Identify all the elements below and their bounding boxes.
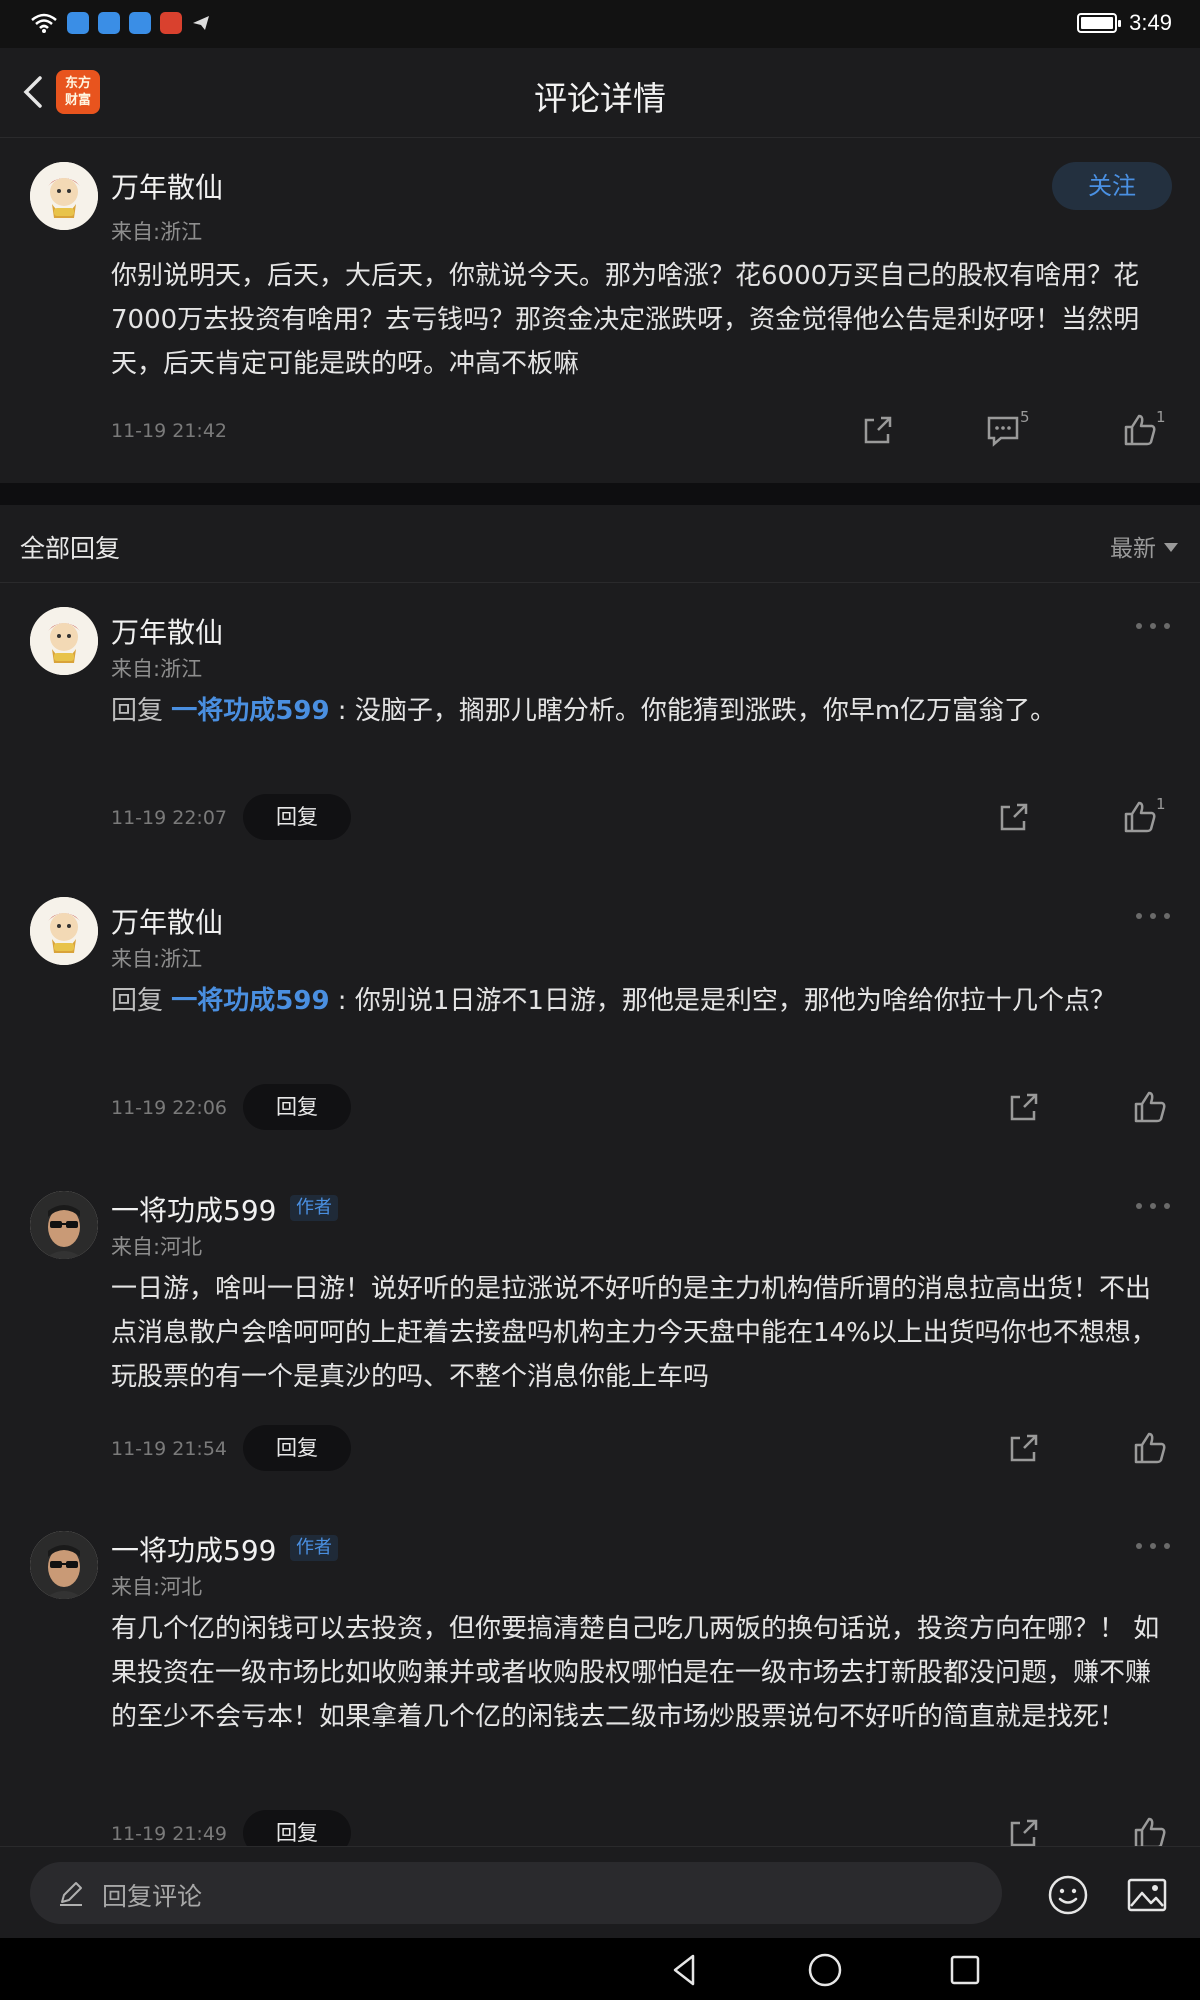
section-divider — [0, 483, 1200, 505]
avatar[interactable] — [30, 607, 98, 675]
follow-button[interactable]: 关注 — [1052, 162, 1172, 210]
reply-content: 一日游，啥叫一日游！说好听的是拉涨说不好听的是主力机构借所谓的消息拉高出货！不出… — [111, 1274, 1157, 1392]
reply-text: : 没脑子，搁那儿瞎分析。你能猜到涨跌，你早m亿万富翁了。 — [329, 696, 1057, 726]
more-dots-icon[interactable] — [1136, 1541, 1170, 1551]
mention-link[interactable]: 一将功成599 — [171, 986, 329, 1016]
reply-comment-input[interactable]: 回复评论 — [30, 1862, 1002, 1924]
top-app-bar: 东方财富 评论详情 — [0, 48, 1200, 138]
battery-icon — [1077, 13, 1122, 33]
avatar[interactable] — [30, 162, 98, 230]
reply-input-placeholder: 回复评论 — [102, 1882, 203, 1911]
sort-dropdown[interactable]: 最新 — [1110, 529, 1178, 563]
more-dots-icon[interactable] — [1136, 621, 1170, 631]
sort-label: 最新 — [1110, 536, 1156, 562]
reply-content: 回复 一将功成599 : 没脑子，搁那儿瞎分析。你能猜到涨跌，你早m亿万富翁了。 — [111, 689, 1172, 733]
reply-content: 回复 一将功成599 : 你别说1日游不1日游，那他是是利空，那他为啥给你拉十几… — [111, 979, 1172, 1023]
reply-prefix: 回复 — [111, 986, 172, 1016]
author-location: 来自:河北 — [111, 1575, 203, 1599]
thumbs-up-icon[interactable] — [1132, 1089, 1168, 1125]
dropdown-arrow-icon — [1164, 542, 1178, 552]
more-dots-icon[interactable] — [1136, 911, 1170, 921]
thumbs-up-icon[interactable] — [1132, 1815, 1168, 1846]
reply-button[interactable]: 回复 — [243, 1425, 351, 1471]
nav-recents-icon[interactable] — [945, 1950, 985, 1990]
reply-content: 有几个亿的闲钱可以去投资，但你要搞清楚自己吃几两饭的换句话说，投资方向在哪？！ … — [111, 1614, 1160, 1732]
thumbs-up-icon[interactable] — [1132, 1430, 1168, 1466]
thumbs-up-icon[interactable] — [1122, 412, 1158, 448]
cloud-app-icon — [67, 12, 89, 34]
reply-time: 11-19 21:49 — [111, 1823, 228, 1845]
share-icon[interactable] — [1006, 1815, 1042, 1846]
avatar[interactable] — [30, 897, 98, 965]
app-notification-icon — [129, 12, 151, 34]
pencil-icon — [60, 1882, 82, 1906]
reply-item: 万年散仙 来自:浙江 回复 一将功成599 : 没脑子，搁那儿瞎分析。你能猜到涨… — [0, 583, 1200, 873]
author-badge: 作者 — [290, 1195, 338, 1221]
author-location: 来自:河北 — [111, 1235, 203, 1259]
share-icon[interactable] — [1006, 1430, 1042, 1466]
app-notification-icon — [160, 12, 182, 34]
main-comment: 万年散仙 来自:浙江 关注 你别说明天，后天，大后天，你就说今天。那为啥涨？花6… — [0, 138, 1200, 483]
comment-icon[interactable] — [985, 412, 1021, 448]
reply-item: 一将功成599 作者 来自:河北 一日游，啥叫一日游！说好听的是拉涨说不好听的是… — [0, 1163, 1200, 1503]
reply-prefix: 回复 — [111, 696, 172, 726]
author-name[interactable]: 一将功成599 — [111, 1189, 276, 1229]
share-icon[interactable] — [996, 799, 1032, 835]
send-icon — [193, 16, 209, 30]
reply-button[interactable]: 回复 — [243, 1084, 351, 1130]
emoji-icon[interactable] — [1046, 1873, 1090, 1917]
image-icon[interactable] — [1125, 1873, 1169, 1917]
reply-button[interactable]: 回复 — [243, 794, 351, 840]
reply-time: 11-19 22:06 — [111, 1097, 228, 1119]
reply-time: 11-19 21:54 — [111, 1438, 228, 1460]
share-icon[interactable] — [1006, 1089, 1042, 1125]
author-location: 来自:浙江 — [111, 220, 203, 244]
replies-header: 全部回复 最新 — [0, 505, 1200, 583]
reply-item: 一将功成599 作者 来自:河北 有几个亿的闲钱可以去投资，但你要搞清楚自己吃几… — [0, 1503, 1200, 1846]
author-location: 来自:浙江 — [111, 947, 203, 971]
reply-text: : 你别说1日游不1日游，那他是是利空，那他为啥给你拉十几个点？ — [329, 986, 1116, 1016]
all-replies-title: 全部回复 — [20, 534, 121, 563]
nav-home-icon[interactable] — [805, 1950, 845, 1990]
author-name[interactable]: 万年散仙 — [111, 901, 223, 941]
like-count: 1 — [1156, 795, 1166, 813]
like-count: 1 — [1156, 408, 1166, 426]
system-nav-bar — [0, 1938, 1200, 2000]
more-dots-icon[interactable] — [1136, 1201, 1170, 1211]
author-name[interactable]: 一将功成599 — [111, 1529, 276, 1569]
author-name[interactable]: 万年散仙 — [111, 611, 223, 651]
thumbs-up-icon[interactable] — [1122, 799, 1158, 835]
clock: 3:49 — [1129, 10, 1172, 35]
author-name[interactable]: 万年散仙 — [111, 166, 223, 206]
reply-input-bar: 回复评论 — [0, 1846, 1200, 1938]
nav-back-icon[interactable] — [665, 1950, 705, 1990]
comment-time: 11-19 21:42 — [111, 420, 228, 442]
mention-link[interactable]: 一将功成599 — [171, 696, 329, 726]
share-icon[interactable] — [860, 412, 896, 448]
status-bar: 3:49 — [0, 0, 1200, 48]
page-title: 评论详情 — [534, 79, 666, 118]
comment-content: 你别说明天，后天，大后天，你就说今天。那为啥涨？花6000万买自己的股权有啥用？… — [111, 261, 1140, 379]
status-icons — [30, 12, 211, 34]
author-badge: 作者 — [290, 1535, 338, 1561]
reply-time: 11-19 22:07 — [111, 807, 228, 829]
avatar[interactable] — [30, 1191, 98, 1259]
reply-item: 万年散仙 来自:浙江 回复 一将功成599 : 你别说1日游不1日游，那他是是利… — [0, 873, 1200, 1163]
author-location: 来自:浙江 — [111, 657, 203, 681]
cloud-app-icon — [98, 12, 120, 34]
avatar[interactable] — [30, 1531, 98, 1599]
comment-count: 5 — [1020, 408, 1030, 426]
wifi-icon — [31, 13, 57, 33]
reply-button[interactable]: 回复 — [243, 1810, 351, 1846]
